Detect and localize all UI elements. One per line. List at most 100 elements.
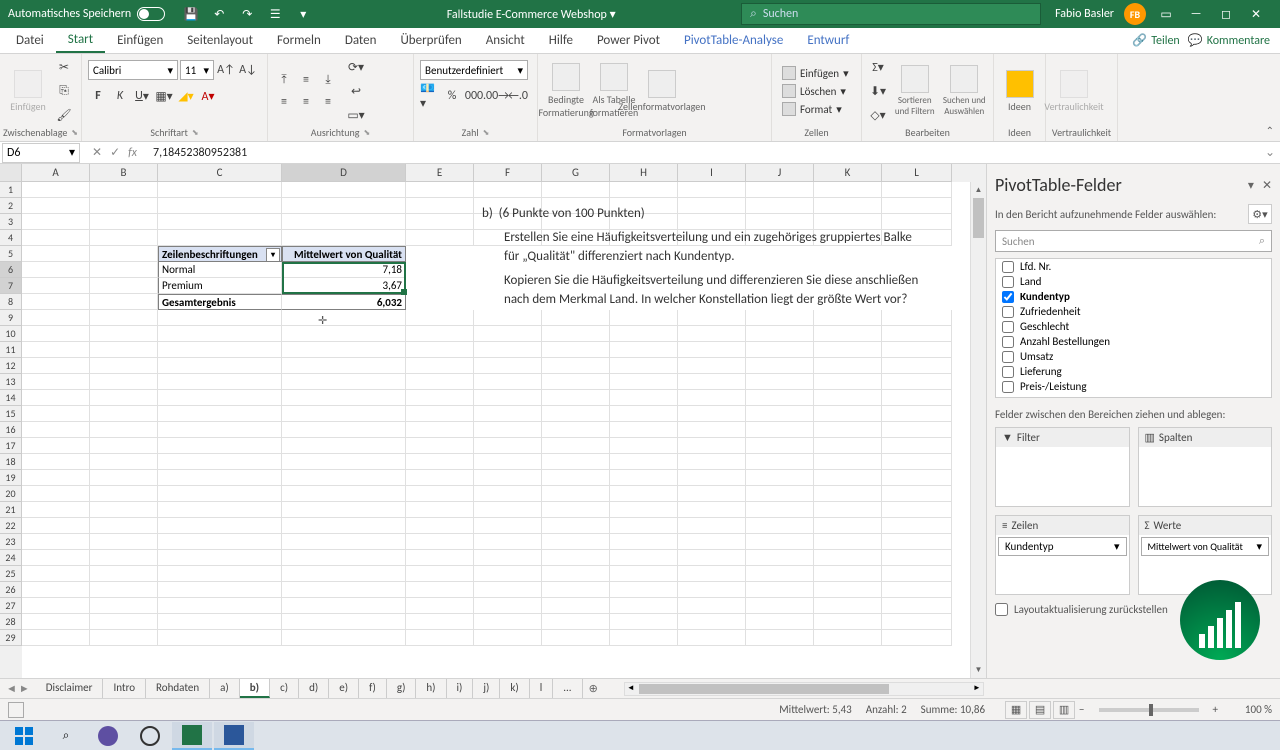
cell[interactable] (158, 230, 282, 246)
field-item[interactable]: Land (996, 274, 1271, 289)
cell[interactable] (474, 438, 542, 454)
cell[interactable] (406, 214, 474, 230)
cell[interactable] (22, 422, 90, 438)
align-right-icon[interactable]: ≡ (318, 92, 338, 112)
fill-color-icon[interactable]: ◢▾ (176, 86, 196, 106)
cell[interactable] (282, 502, 406, 518)
cell[interactable] (882, 182, 952, 198)
cell[interactable] (814, 422, 882, 438)
cell[interactable] (282, 470, 406, 486)
cell[interactable] (542, 550, 610, 566)
cell[interactable] (882, 502, 952, 518)
cell[interactable] (474, 582, 542, 598)
font-color-icon[interactable]: A▾ (198, 86, 218, 106)
currency-icon[interactable]: 💶▾ (420, 86, 440, 106)
cell[interactable] (406, 406, 474, 422)
paste-button[interactable]: Einfügen (6, 60, 50, 122)
field-search-input[interactable]: Suchen ⌕ (995, 230, 1272, 252)
cell[interactable] (814, 438, 882, 454)
cell[interactable] (542, 406, 610, 422)
cell[interactable] (882, 310, 952, 326)
cell[interactable] (406, 518, 474, 534)
sheet-tab[interactable]: ... (553, 679, 582, 698)
ideas-button[interactable]: Ideen (1000, 60, 1039, 122)
dialog-launcher-icon[interactable]: ⬊ (71, 128, 78, 138)
cell[interactable] (474, 598, 542, 614)
cell[interactable] (542, 598, 610, 614)
user-avatar[interactable]: FB (1124, 3, 1146, 25)
cell[interactable] (610, 390, 678, 406)
copy-icon[interactable]: ⎘ (54, 81, 74, 101)
page-layout-view-icon[interactable]: ▤ (1029, 701, 1051, 719)
cell[interactable] (406, 358, 474, 374)
cell[interactable] (90, 422, 158, 438)
collapse-ribbon-icon[interactable]: ⌃ (1266, 124, 1274, 137)
cell[interactable] (814, 390, 882, 406)
field-checkbox[interactable] (1002, 381, 1014, 393)
cell[interactable] (282, 326, 406, 342)
cell[interactable] (22, 438, 90, 454)
maximize-icon[interactable]: ◻ (1216, 4, 1236, 24)
cell[interactable] (610, 358, 678, 374)
row-header[interactable]: 14 (0, 390, 22, 406)
field-checkbox[interactable] (1002, 261, 1014, 273)
cell[interactable] (158, 598, 282, 614)
row-header[interactable]: 5 (0, 246, 22, 262)
cell[interactable] (282, 534, 406, 550)
pane-options-icon[interactable]: ▾ (1248, 178, 1254, 193)
cell[interactable] (474, 550, 542, 566)
cell[interactable] (610, 470, 678, 486)
column-header[interactable]: B (90, 164, 158, 182)
field-item[interactable]: Geschlecht (996, 319, 1271, 334)
cell[interactable] (610, 550, 678, 566)
share-button[interactable]: 🔗 Teilen (1132, 33, 1180, 48)
cell[interactable] (282, 630, 406, 646)
cell[interactable] (610, 582, 678, 598)
cell[interactable] (542, 486, 610, 502)
cell[interactable] (90, 518, 158, 534)
cell[interactable] (542, 454, 610, 470)
cell[interactable] (746, 550, 814, 566)
cell[interactable] (610, 374, 678, 390)
cell[interactable] (882, 326, 952, 342)
cut-icon[interactable]: ✂ (54, 57, 74, 77)
cell[interactable] (678, 406, 746, 422)
cell[interactable] (22, 390, 90, 406)
cell[interactable] (746, 582, 814, 598)
cell[interactable] (282, 454, 406, 470)
cell[interactable] (882, 422, 952, 438)
cell[interactable] (282, 390, 406, 406)
cell[interactable] (282, 342, 406, 358)
tab-ansicht[interactable]: Ansicht (474, 28, 537, 53)
cell[interactable] (158, 470, 282, 486)
cell[interactable] (22, 310, 90, 326)
cell[interactable] (158, 630, 282, 646)
row-header[interactable]: 21 (0, 502, 22, 518)
cell[interactable] (90, 214, 158, 230)
cell[interactable] (406, 630, 474, 646)
scroll-left-icon[interactable]: ◄ (627, 683, 635, 693)
cell[interactable] (678, 566, 746, 582)
page-break-view-icon[interactable]: ▥ (1053, 701, 1075, 719)
cell[interactable] (158, 614, 282, 630)
tab-seitenlayout[interactable]: Seitenlayout (175, 28, 265, 53)
sheet-tab[interactable]: a) (210, 679, 240, 698)
cell[interactable] (158, 198, 282, 214)
row-header[interactable]: 10 (0, 326, 22, 342)
cell[interactable] (90, 630, 158, 646)
cell[interactable] (406, 614, 474, 630)
save-icon[interactable]: 💾 (183, 6, 199, 22)
cell[interactable] (542, 342, 610, 358)
cell[interactable] (90, 470, 158, 486)
cell-styles-button[interactable]: Zellenformatvorlagen (640, 60, 684, 122)
cell[interactable] (474, 390, 542, 406)
sheet-tab[interactable]: l (530, 679, 554, 698)
column-header[interactable]: D (282, 164, 406, 182)
sheet-tab[interactable]: k) (500, 679, 529, 698)
cell[interactable] (282, 198, 406, 214)
row-header[interactable]: 28 (0, 614, 22, 630)
cell[interactable] (882, 582, 952, 598)
row-header[interactable]: 19 (0, 470, 22, 486)
cell[interactable] (610, 454, 678, 470)
cell[interactable] (610, 326, 678, 342)
